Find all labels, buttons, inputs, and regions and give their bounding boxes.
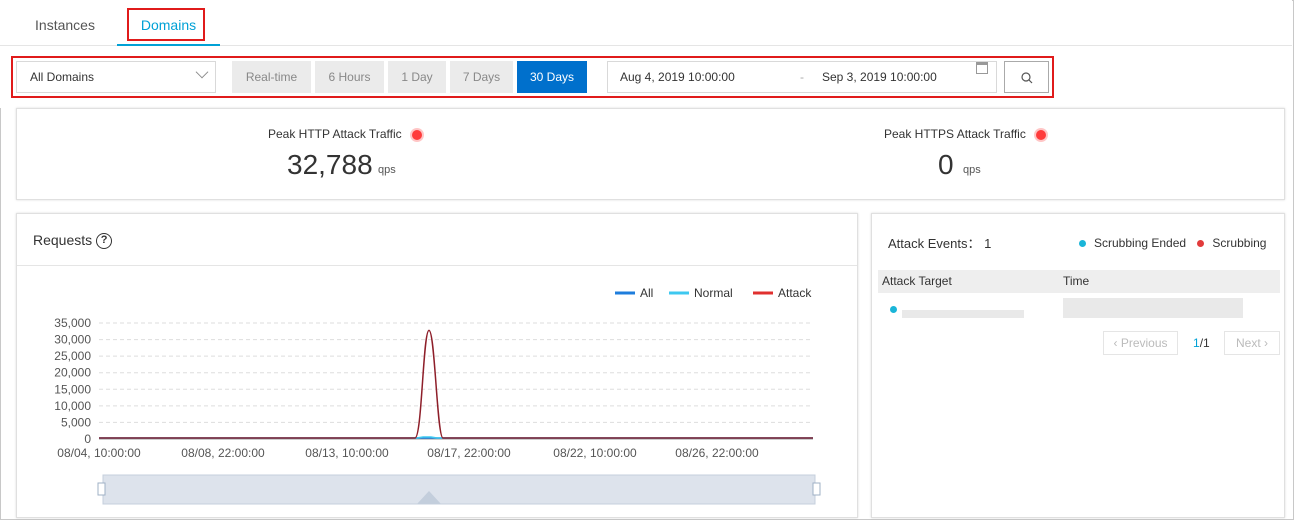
requests-chart[interactable]: 35,000 30,000 25,000 20,000 15,000 10,000 5,00…: [17, 267, 857, 517]
highlight-box-toolbar: [11, 56, 1054, 98]
y-tick-label: 20,000: [54, 366, 91, 380]
redacted-target: [902, 310, 1024, 318]
x-tick-label: 08/04, 10:00:00: [57, 446, 141, 460]
current-page: 1: [1193, 336, 1200, 350]
y-tick-label: 15,000: [54, 382, 91, 396]
https-peak-title: Peak HTTPS Attack Traffic: [884, 127, 1026, 141]
attack-events-header: Attack Events： 1: [888, 233, 991, 252]
y-tick-label: 5,000: [61, 415, 91, 429]
x-tick-label: 08/13, 10:00:00: [305, 446, 389, 460]
scrubbing-dot-icon: [1197, 240, 1205, 248]
next-page-button[interactable]: Next ›: [1224, 331, 1280, 355]
zoom-slider-track: [102, 474, 816, 505]
x-tick-label: 08/26, 22:00:00: [675, 446, 759, 460]
http-peak-value: 32,788: [287, 149, 373, 180]
attack-events-title: Attack Events：: [888, 236, 981, 251]
series-attack-line: [99, 329, 813, 439]
https-peak-unit: qps: [963, 164, 981, 176]
previous-page-button[interactable]: ‹ Previous: [1103, 331, 1178, 355]
http-peak-title-row: Peak HTTP Attack Traffic: [268, 127, 422, 141]
attack-events-panel: Attack Events： 1 Scrubbing Ended Scrubbi…: [871, 213, 1285, 518]
previous-label: Previous: [1120, 336, 1168, 350]
help-icon[interactable]: ?: [96, 233, 113, 250]
highlight-box-domains-tab: [127, 8, 205, 41]
next-label: Next: [1235, 336, 1261, 350]
requests-header: Requests?: [17, 214, 857, 266]
x-tick-label: 08/22, 10:00:00: [553, 446, 637, 460]
attack-events-count: 1: [984, 236, 992, 251]
y-tick-label: 25,000: [54, 349, 91, 363]
y-tick-label: 30,000: [54, 333, 91, 347]
http-peak-title: Peak HTTP Attack Traffic: [268, 127, 402, 141]
y-tick-label: 0: [84, 432, 91, 446]
y-tick-label: 10,000: [54, 399, 91, 413]
zoom-handle-left: [97, 482, 106, 496]
total-pages: /1: [1199, 336, 1210, 350]
column-attack-target: Attack Target: [882, 274, 952, 288]
http-peak-unit: qps: [378, 164, 396, 176]
peak-traffic-panel: Peak HTTP Attack Traffic 32,788 qps Peak…: [16, 108, 1285, 200]
table-row[interactable]: [878, 296, 1280, 322]
column-time: Time: [1063, 274, 1090, 288]
zoom-handle-right: [812, 482, 821, 496]
legend-label: Normal: [694, 286, 733, 300]
events-legend: Scrubbing Ended Scrubbing: [1079, 236, 1266, 250]
status-dot-icon: [1035, 129, 1046, 140]
redacted-time: [1063, 298, 1243, 318]
scrubbing-ended-dot-icon: [1079, 240, 1086, 248]
requests-panel: Requests? 35,000 30,000 25,000 20,000 15,000…: [16, 213, 858, 518]
legend-scrubbing: Scrubbing: [1212, 236, 1267, 250]
status-dot-icon: [411, 129, 422, 140]
legend-label: Attack: [778, 286, 812, 300]
y-tick-label: 35,000: [54, 316, 91, 330]
x-tick-label: 08/08, 22:00:00: [181, 446, 265, 460]
legend-scrubbing-ended: Scrubbing Ended: [1094, 236, 1187, 250]
https-peak-value: 0: [938, 149, 954, 180]
scrubbing-ended-dot-icon: [890, 306, 897, 313]
requests-title: Requests: [33, 232, 93, 248]
legend-label: All: [640, 286, 653, 300]
events-table-header: Attack Target Time: [878, 270, 1280, 293]
x-tick-label: 08/17, 22:00:00: [427, 446, 511, 460]
page-indicator: 1/1: [1193, 336, 1210, 350]
https-peak-title-row: Peak HTTPS Attack Traffic: [884, 127, 1046, 141]
tab-instances[interactable]: Instances: [18, 0, 112, 46]
